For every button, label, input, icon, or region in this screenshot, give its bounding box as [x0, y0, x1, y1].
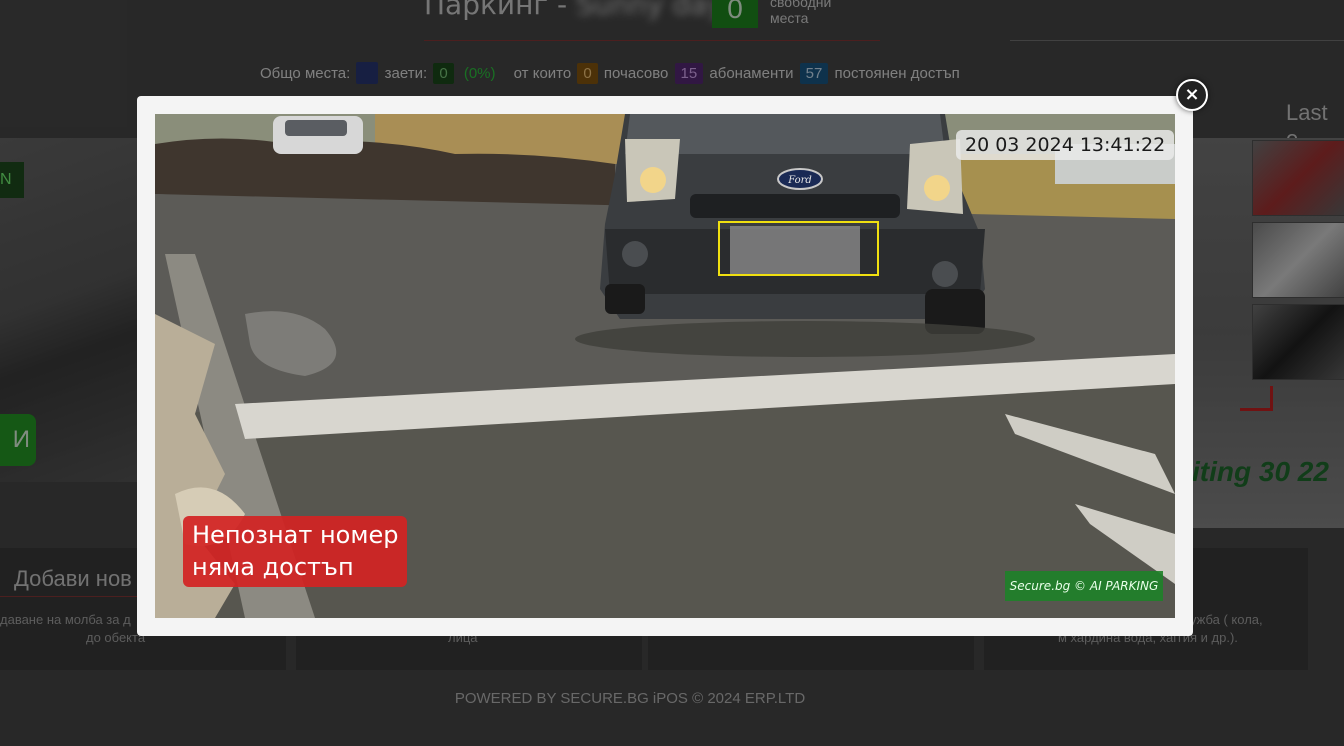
access-status-banner: Непознат номер няма достъп: [183, 516, 408, 587]
status-line-unknown-plate: Непознат номер: [192, 521, 399, 549]
close-modal-button[interactable]: ×: [1176, 79, 1208, 111]
status-line-no-access: няма достъп: [192, 553, 354, 581]
brand-watermark: Secure.bg © AI PARKING: [1005, 571, 1163, 601]
close-icon: ×: [1184, 84, 1200, 105]
snapshot-timestamp: 20 03 2024 13:41:22: [956, 130, 1175, 160]
car-brand-logo: Ford: [787, 175, 812, 186]
